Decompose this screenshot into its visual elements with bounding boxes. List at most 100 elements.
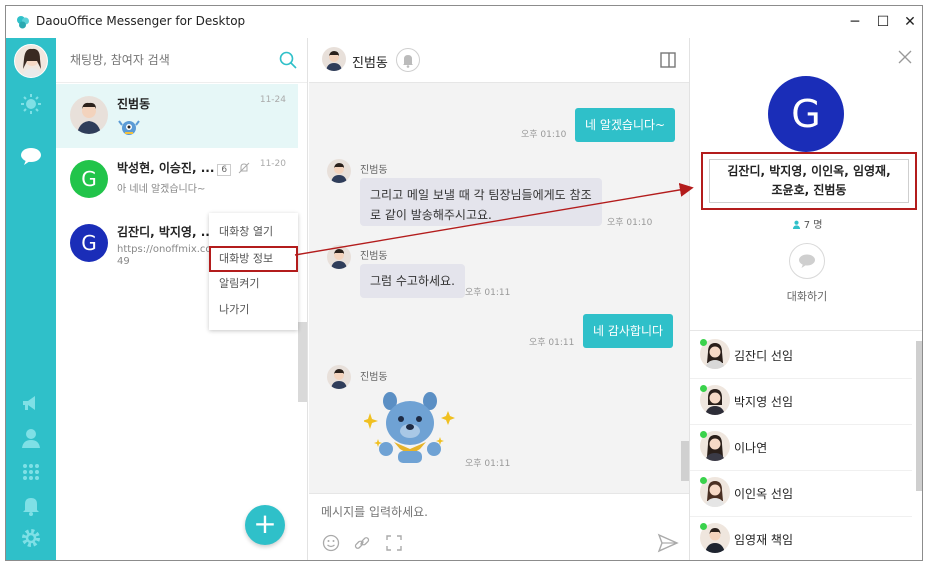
chat-partner-avatar <box>322 47 346 71</box>
message-line: 그리고 메일 보낼 때 각 팀장님들에게도 참조 <box>370 188 592 202</box>
online-indicator <box>700 385 707 392</box>
room-item[interactable]: G 박성현, 이승진, ... 6 11-20 아 네네 알겠습니다~ <box>56 148 298 212</box>
room-time: 11-20 <box>259 159 286 169</box>
profile-avatar[interactable] <box>14 44 48 78</box>
window-title: DaouOffice Messenger for Desktop <box>36 14 246 28</box>
close-window-button[interactable]: ✕ <box>899 12 921 32</box>
chat-scrollbar[interactable] <box>681 441 689 481</box>
sender-avatar <box>327 245 351 269</box>
menu-item-leave[interactable]: 나가기 <box>209 297 298 323</box>
room-title-field[interactable]: 김잔디, 박지영, 이인옥, 임영재, 조윤호, 진범동 <box>709 159 909 203</box>
capture-icon[interactable] <box>385 534 403 552</box>
new-chat-button[interactable]: + <box>245 505 285 545</box>
maximize-button[interactable]: ☐ <box>872 12 894 32</box>
online-indicator <box>700 339 707 346</box>
room-avatar <box>70 96 108 134</box>
message-time: 오후 01:10 <box>607 218 653 228</box>
room-avatar: G <box>70 160 108 198</box>
messenger-window: DaouOffice Messenger for Desktop ─ ☐ ✕ 채… <box>5 5 923 561</box>
my-message: 네 감사합니다 <box>583 314 674 348</box>
divider <box>690 330 922 331</box>
message-input[interactable] <box>321 502 651 522</box>
member-item[interactable]: 박지영 선임 <box>690 379 912 425</box>
sender-name: 진범동 <box>360 165 388 176</box>
panel-toggle-icon[interactable] <box>660 52 676 68</box>
room-context-menu: 대화창 열기 대화방 정보 알림켜기 나가기 <box>209 213 298 330</box>
room-avatar-large: G <box>768 76 844 152</box>
composer <box>309 493 689 560</box>
person-icon[interactable] <box>19 426 43 450</box>
bell-icon <box>403 55 413 68</box>
message-time: 오후 01:11 <box>465 288 511 298</box>
room-last-message-line2: 49 <box>117 256 130 267</box>
monster-sticker-icon <box>118 120 140 135</box>
start-chat-button[interactable] <box>789 243 825 279</box>
notification-toggle[interactable] <box>396 48 420 72</box>
close-icon[interactable] <box>898 50 912 64</box>
member-name: 김잔디 선임 <box>734 349 794 363</box>
room-item[interactable]: 진범동 11-24 <box>56 84 298 148</box>
my-message: 네 알겠습니다~ <box>575 108 676 142</box>
sender-name: 진범동 <box>360 251 388 262</box>
room-list-pane: 진범동 11-24 G 박성현, 이승진, ...6 11-20 아 네네 알겠… <box>56 38 308 560</box>
member-count-badge: 6 <box>217 164 232 176</box>
message-list: 네 알겠습니다~ 오후 01:10 진범동 그리고 메일 보낼 때 각 팀장님들… <box>309 83 689 491</box>
member-item[interactable]: 이나연 <box>690 425 912 471</box>
message-time: 오후 01:11 <box>465 459 511 469</box>
member-name: 박지영 선임 <box>734 395 794 409</box>
title-bar: DaouOffice Messenger for Desktop ─ ☐ ✕ <box>6 6 922 38</box>
room-avatar: G <box>70 224 108 262</box>
online-indicator <box>700 523 707 530</box>
link-icon[interactable] <box>353 534 371 552</box>
online-indicator <box>700 431 707 438</box>
sender-name: 진범동 <box>360 372 388 383</box>
send-icon[interactable] <box>657 532 679 554</box>
emoji-icon[interactable] <box>322 534 340 552</box>
online-indicator <box>700 477 707 484</box>
room-last-message: 아 네네 알겠습니다~ <box>117 184 206 195</box>
message-line: 로 같이 발송해주시고요. <box>370 208 492 222</box>
sun-icon[interactable] <box>19 92 43 116</box>
partner-message: 그럼 수고하세요. <box>360 264 465 298</box>
member-item[interactable]: 임영재 책임 <box>690 517 912 560</box>
chat-bubble-icon[interactable] <box>19 144 43 168</box>
list-scrollbar[interactable] <box>298 322 307 402</box>
search-input[interactable] <box>70 50 270 70</box>
chat-partner-name: 진범동 <box>352 56 388 71</box>
search-bar <box>56 38 307 83</box>
room-name: 김잔디, 박지영, ... <box>117 225 215 239</box>
bell-muted-icon <box>238 162 250 174</box>
member-name: 임영재 책임 <box>734 533 794 547</box>
sender-avatar <box>327 365 351 389</box>
room-name: 박성현, 이승진, ... 6 <box>117 159 250 176</box>
megaphone-icon[interactable] <box>19 391 43 415</box>
member-item[interactable]: 이인옥 선임 <box>690 471 912 517</box>
info-scrollbar[interactable] <box>916 341 922 491</box>
member-name: 이나연 <box>734 441 768 455</box>
member-name: 이인옥 선임 <box>734 487 794 501</box>
blue-bear-sticker <box>364 392 455 463</box>
room-title-highlight: 김잔디, 박지영, 이인옥, 임영재, 조윤호, 진범동 <box>701 152 917 210</box>
minimize-button[interactable]: ─ <box>844 12 866 32</box>
partner-message: 그리고 메일 보낼 때 각 팀장님들에게도 참조 로 같이 발송해주시고요. <box>360 178 602 226</box>
app-logo-icon <box>17 16 29 29</box>
member-count: 7 명 <box>690 216 922 231</box>
member-count-text: 7 명 <box>803 220 823 231</box>
start-chat-label: 대화하기 <box>786 290 828 303</box>
menu-item-open-chat[interactable]: 대화창 열기 <box>209 219 298 245</box>
gear-icon[interactable] <box>19 526 43 550</box>
chat-header: 진범동 <box>309 38 689 83</box>
nav-rail <box>6 38 56 560</box>
room-title-line: 김잔디, 박지영, 이인옥, 임영재, <box>727 164 891 178</box>
chat-bubble-icon <box>799 254 815 268</box>
menu-item-room-info[interactable]: 대화방 정보 <box>209 246 298 272</box>
message-time: 오후 01:11 <box>529 338 575 348</box>
apps-grid-icon[interactable] <box>19 460 43 484</box>
bell-icon[interactable] <box>19 493 43 517</box>
menu-item-enable-notifications[interactable]: 알림켜기 <box>209 271 298 297</box>
search-icon[interactable] <box>278 50 298 70</box>
room-name: 진범동 <box>117 97 151 111</box>
message-time: 오후 01:10 <box>521 130 567 140</box>
member-item[interactable]: 김잔디 선임 <box>690 333 912 379</box>
sender-avatar <box>327 159 351 183</box>
